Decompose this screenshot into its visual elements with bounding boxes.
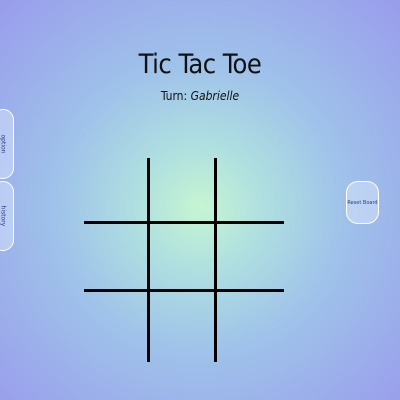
- turn-indicator: Turn: Gabrielle: [0, 89, 400, 103]
- board-cell-5[interactable]: [150, 224, 212, 286]
- board-cell-8[interactable]: [150, 292, 212, 354]
- board-cell-3[interactable]: [217, 158, 279, 220]
- reset-board-button[interactable]: Reset Board: [346, 181, 379, 224]
- board-cell-2[interactable]: [150, 158, 212, 220]
- board-cell-9[interactable]: [217, 292, 279, 354]
- option-tab[interactable]: option: [0, 109, 14, 179]
- board-cell-4[interactable]: [85, 224, 147, 286]
- history-tab-label: history: [0, 205, 7, 227]
- board-cell-1[interactable]: [85, 158, 147, 220]
- turn-label: Turn:: [160, 89, 188, 103]
- current-player-name: Gabrielle: [190, 89, 240, 103]
- option-tab-label: option: [0, 134, 7, 154]
- board-cell-6[interactable]: [217, 224, 279, 286]
- game-title: Tic Tac Toe: [138, 49, 262, 80]
- history-tab[interactable]: history: [0, 181, 14, 251]
- board-cell-7[interactable]: [85, 292, 147, 354]
